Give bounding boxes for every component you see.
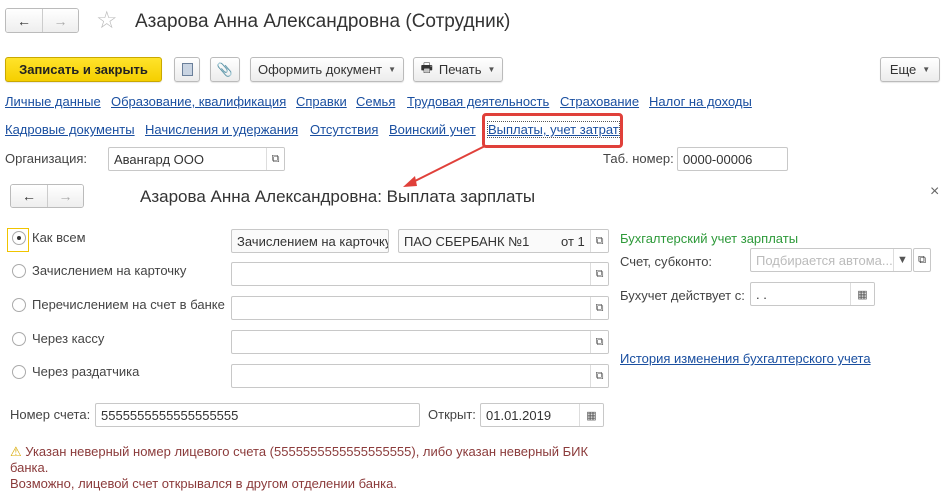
link-education[interactable]: Образование, квалификация bbox=[111, 94, 286, 109]
chevron-down-icon: ▼ bbox=[487, 65, 496, 74]
option-label: Как всем bbox=[32, 230, 86, 245]
link-income-tax[interactable]: Налог на доходы bbox=[649, 94, 752, 109]
account-placeholder: Подбирается автома... bbox=[756, 252, 893, 268]
subform-nav: ← → bbox=[10, 184, 84, 208]
open-icon[interactable]: ⧉ bbox=[590, 263, 608, 285]
back-button[interactable]: ← bbox=[11, 185, 47, 207]
history-nav: ← → bbox=[5, 8, 79, 33]
link-work[interactable]: Трудовая деятельность bbox=[407, 94, 549, 109]
star-icon[interactable]: ☆ bbox=[96, 6, 118, 35]
opened-date-field[interactable]: 01.01.2019 ▦ bbox=[480, 403, 604, 427]
account-no-field[interactable]: 5555555555555555555 bbox=[95, 403, 420, 427]
link-family[interactable]: Семья bbox=[356, 94, 395, 109]
link-hr-docs[interactable]: Кадровые документы bbox=[5, 122, 135, 137]
tab-number-label: Таб. номер: bbox=[603, 151, 674, 166]
open-icon[interactable]: ⧉ bbox=[590, 331, 608, 353]
print-button[interactable]: 🖶 Печать ▼ bbox=[413, 57, 503, 82]
method-field: Зачислением на карточку bbox=[231, 229, 389, 253]
forward-button[interactable]: → bbox=[47, 185, 83, 207]
paperclip-icon: 📎 bbox=[216, 61, 234, 77]
effective-label: Бухучет действует с: bbox=[620, 288, 745, 303]
calendar-icon[interactable]: ▦ bbox=[850, 283, 874, 305]
link-accruals[interactable]: Начисления и удержания bbox=[145, 122, 298, 137]
bank-value: ПАО СБЕРБАНК №1 bbox=[404, 233, 530, 249]
bank-date: от 1 bbox=[561, 233, 585, 249]
open-icon[interactable]: ⧉ bbox=[590, 230, 608, 252]
create-document-label: Оформить документ bbox=[257, 62, 383, 77]
link-insurance[interactable]: Страхование bbox=[560, 94, 639, 109]
subform-title: Азарова Анна Александровна: Выплата зарп… bbox=[140, 187, 536, 206]
opened-label: Открыт: bbox=[428, 407, 476, 422]
open-icon[interactable]: ⧉ bbox=[590, 297, 608, 319]
open-icon[interactable]: ⧉ bbox=[266, 148, 284, 170]
account-field[interactable]: Подбирается автома... ▼ bbox=[750, 248, 912, 272]
account-label: Счет, субконто: bbox=[620, 254, 713, 269]
floppy-icon bbox=[181, 63, 193, 76]
warning-line-2: банка. bbox=[10, 460, 49, 475]
chevron-down-icon: ▼ bbox=[388, 65, 397, 74]
bank-account-field[interactable]: ⧉ bbox=[231, 296, 609, 320]
effective-date-field[interactable]: . . ▦ bbox=[750, 282, 875, 306]
save-button[interactable] bbox=[174, 57, 200, 82]
history-link[interactable]: История изменения бухгалтерского учета bbox=[620, 351, 871, 366]
warning-icon: ⚠ bbox=[10, 444, 22, 459]
close-icon[interactable]: × bbox=[930, 183, 939, 201]
bank-field[interactable]: ПАО СБЕРБАНК №1 от 1 ⧉ bbox=[398, 229, 609, 253]
link-certificates[interactable]: Справки bbox=[296, 94, 347, 109]
chevron-down-icon[interactable]: ▼ bbox=[893, 249, 911, 271]
back-button[interactable]: ← bbox=[6, 9, 42, 32]
chevron-down-icon: ▼ bbox=[922, 65, 931, 74]
org-field[interactable]: Авангард ООО ⧉ bbox=[108, 147, 285, 171]
opened-value: 01.01.2019 bbox=[486, 407, 552, 423]
link-personal[interactable]: Личные данные bbox=[5, 94, 101, 109]
print-label: Печать bbox=[438, 62, 482, 77]
window-title: Азарова Анна Александровна (Сотрудник) bbox=[135, 11, 511, 32]
warning-line-3: Возможно, лицевой счет открывался в друг… bbox=[10, 476, 397, 491]
highlight-box bbox=[482, 113, 623, 148]
radio-card[interactable] bbox=[12, 264, 26, 278]
effective-value: . . bbox=[756, 286, 767, 302]
calendar-icon[interactable]: ▦ bbox=[579, 404, 603, 426]
link-absences[interactable]: Отсутствия bbox=[310, 122, 378, 137]
radio-cash[interactable] bbox=[12, 332, 26, 346]
option-label: Перечислением на счет в банке bbox=[32, 297, 225, 312]
radio-as-all[interactable] bbox=[12, 231, 26, 245]
printer-icon: 🖶 bbox=[420, 59, 433, 75]
cash-field[interactable]: ⧉ bbox=[231, 330, 609, 354]
create-document-button[interactable]: Оформить документ ▼ bbox=[250, 57, 404, 82]
more-label: Еще bbox=[889, 62, 917, 77]
save-close-button[interactable]: Записать и закрыть bbox=[5, 57, 162, 82]
org-value: Авангард ООО bbox=[114, 151, 204, 167]
card-field[interactable]: ⧉ bbox=[231, 262, 609, 286]
radio-distributor[interactable] bbox=[12, 365, 26, 379]
link-military[interactable]: Воинский учет bbox=[389, 122, 476, 137]
warning-message: ⚠ Указан неверный номер лицевого счета (… bbox=[10, 444, 588, 492]
open-icon[interactable]: ⧉ bbox=[913, 248, 931, 272]
account-no-label: Номер счета: bbox=[10, 407, 91, 422]
forward-button[interactable]: → bbox=[42, 9, 78, 32]
attach-button[interactable]: 📎 bbox=[210, 57, 240, 82]
radio-bank-account[interactable] bbox=[12, 298, 26, 312]
distributor-field[interactable]: ⧉ bbox=[231, 364, 609, 388]
open-icon[interactable]: ⧉ bbox=[590, 365, 608, 387]
more-button[interactable]: Еще ▼ bbox=[880, 57, 940, 82]
option-label: Через раздатчика bbox=[32, 364, 140, 379]
org-label: Организация: bbox=[5, 151, 88, 166]
warning-line-1: Указан неверный номер лицевого счета (55… bbox=[25, 444, 589, 459]
option-label: Через кассу bbox=[32, 331, 105, 346]
option-label: Зачислением на карточку bbox=[32, 263, 187, 278]
accounting-title: Бухгалтерский учет зарплаты bbox=[620, 231, 799, 246]
tab-number-field[interactable]: 0000-00006 bbox=[677, 147, 788, 171]
